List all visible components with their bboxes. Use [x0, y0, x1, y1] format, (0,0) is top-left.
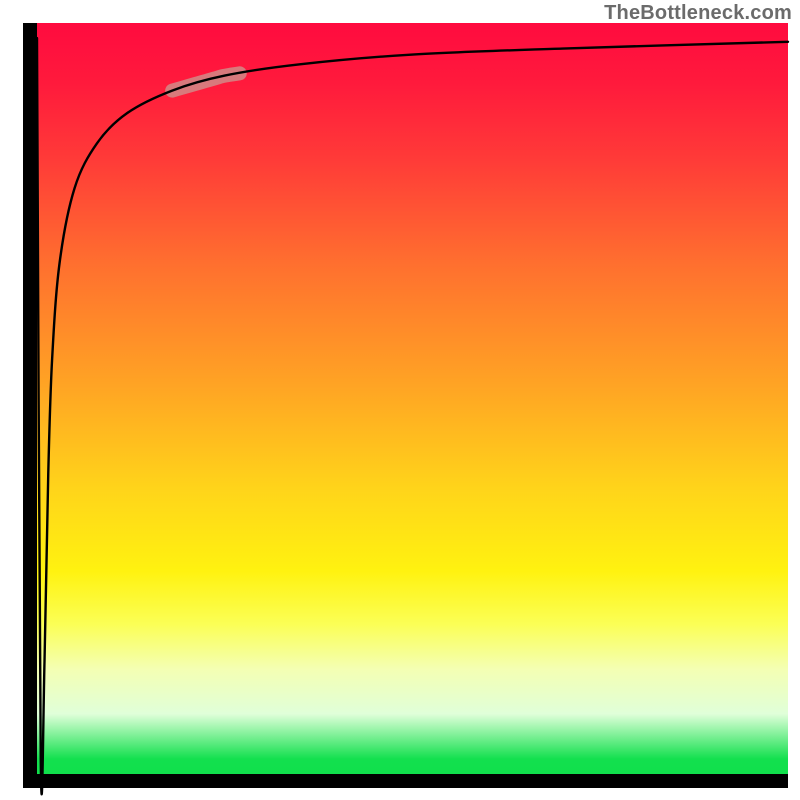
- curve-svg: [37, 23, 788, 774]
- bottleneck-curve: [37, 38, 788, 794]
- attribution-label: TheBottleneck.com: [604, 2, 792, 25]
- chart-container: TheBottleneck.com: [0, 0, 800, 800]
- plot-frame: [23, 23, 788, 788]
- plot-gradient-background: [37, 23, 788, 774]
